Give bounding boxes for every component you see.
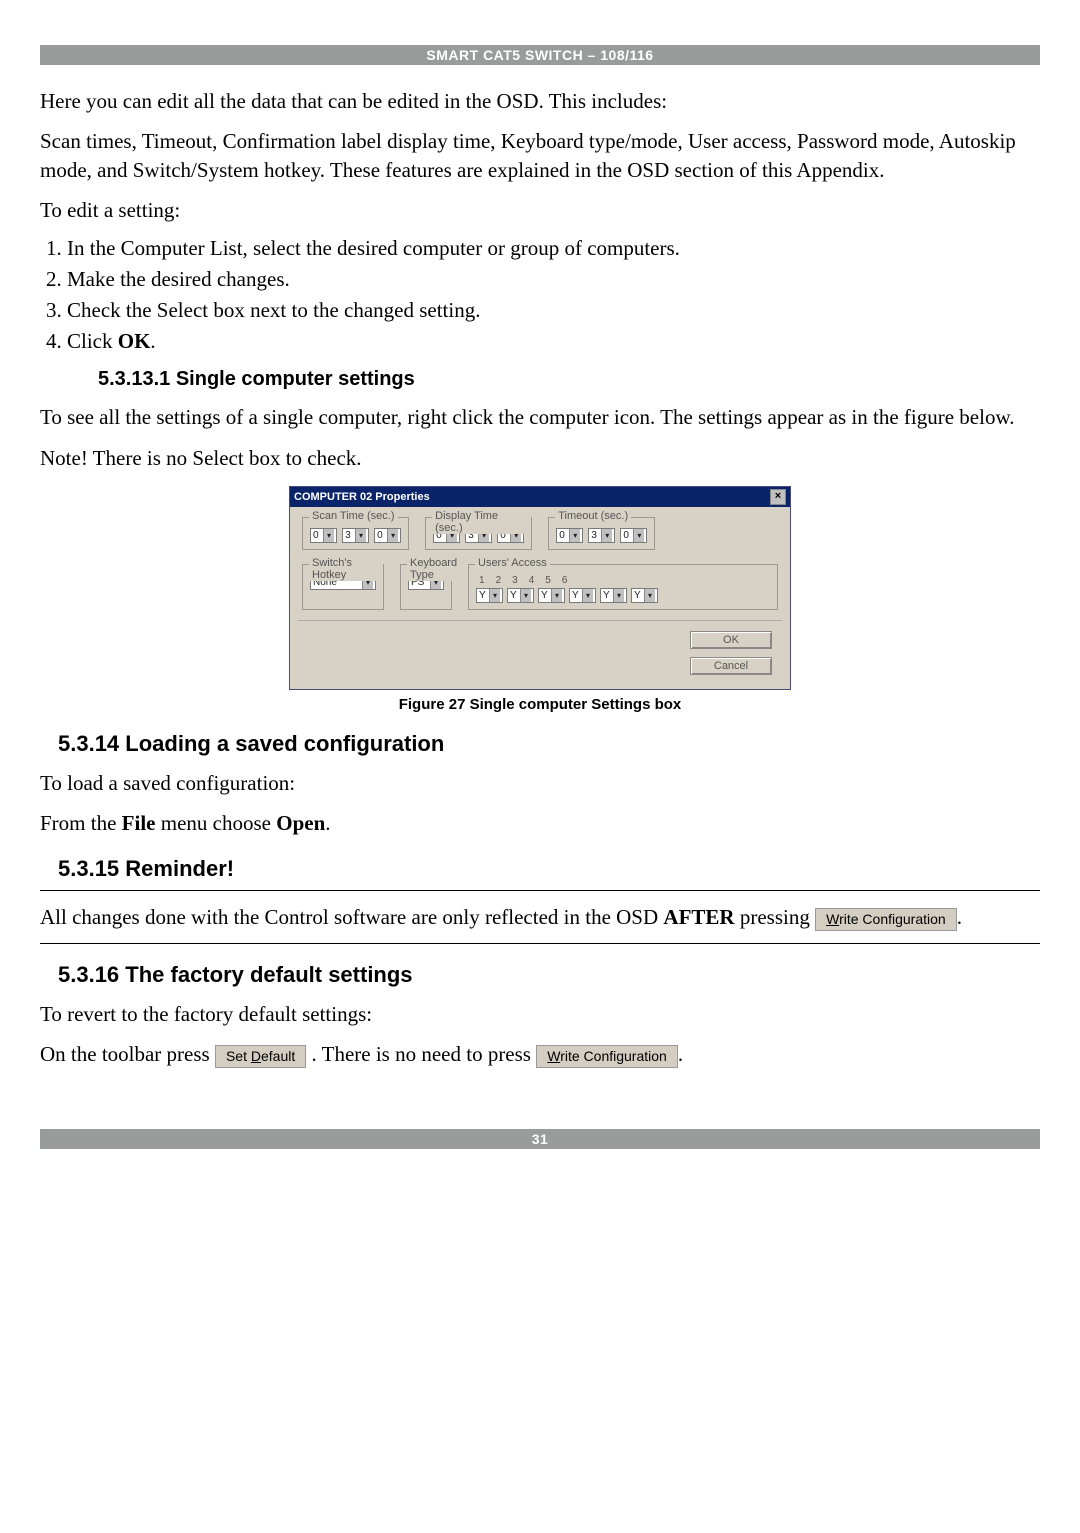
steps-list: 1. In the Computer List, select the desi… — [46, 236, 1040, 354]
close-icon[interactable]: × — [770, 489, 786, 505]
intro-text: Here you can edit all the data that can … — [40, 87, 1040, 115]
chevron-down-icon: ▾ — [601, 529, 612, 542]
chevron-down-icon: ▾ — [613, 589, 624, 602]
keyboard-type-label: Keyboard Type — [407, 557, 460, 581]
user-1-dd[interactable]: Y▾ — [476, 588, 503, 603]
chevron-down-icon: ▾ — [569, 529, 580, 542]
user-6-dd[interactable]: Y▾ — [631, 588, 658, 603]
user-2-dd[interactable]: Y▾ — [507, 588, 534, 603]
chevron-down-icon: ▾ — [489, 589, 500, 602]
chevron-down-icon: ▾ — [551, 589, 562, 602]
step-1: 1. In the Computer List, select the desi… — [46, 236, 1040, 261]
users-values-row: Y▾ Y▾ Y▾ Y▾ Y▾ Y▾ — [475, 588, 771, 603]
fieldset-keyboard-type: Keyboard Type PS▾ — [400, 564, 452, 610]
fieldset-switch-hotkey: Switch's Hotkey None▾ — [302, 564, 384, 610]
step-2: 2. Make the desired changes. — [46, 267, 1040, 292]
user-4-dd[interactable]: Y▾ — [569, 588, 596, 603]
timeout-dd-2[interactable]: 3▾ — [588, 528, 615, 543]
scan-dd-2[interactable]: 3▾ — [342, 528, 369, 543]
heading-single-computer-settings: 5.3.13.1 Single computer settings — [98, 368, 1040, 391]
dialog-titlebar: COMPUTER 02 Properties × — [290, 487, 790, 507]
chevron-down-icon: ▾ — [355, 529, 366, 542]
figure-caption: Figure 27 Single computer Settings box — [40, 696, 1040, 713]
fieldset-display-time: Display Time (sec.) 0▾ 3▾ 0▾ — [425, 517, 532, 550]
chevron-down-icon: ▾ — [644, 589, 655, 602]
fieldset-timeout: Timeout (sec.) 0▾ 3▾ 0▾ — [548, 517, 655, 550]
figure-wrap: COMPUTER 02 Properties × Scan Time (sec.… — [40, 486, 1040, 690]
chevron-down-icon: ▾ — [323, 529, 334, 542]
heading-reminder: 5.3.15 Reminder! — [58, 856, 1040, 882]
description-text: Scan times, Timeout, Confirmation label … — [40, 127, 1040, 184]
scan-dd-1[interactable]: 0▾ — [310, 528, 337, 543]
write-configuration-button[interactable]: Write Configuration — [815, 908, 957, 931]
fieldset-users-access: Users' Access 123456 Y▾ Y▾ Y▾ Y▾ Y▾ Y▾ — [468, 564, 778, 610]
single-computer-paragraph: To see all the settings of a single comp… — [40, 403, 1040, 431]
scan-dd-3[interactable]: 0▾ — [374, 528, 401, 543]
timeout-label: Timeout (sec.) — [555, 510, 631, 522]
reminder-text: All changes done with the Control softwa… — [40, 903, 1040, 931]
page-header: SMART CAT5 SWITCH – 108/116 — [40, 45, 1040, 65]
factory-revert-text: To revert to the factory default setting… — [40, 1000, 1040, 1028]
chevron-down-icon: ▾ — [387, 529, 398, 542]
timeout-dd-1[interactable]: 0▾ — [556, 528, 583, 543]
load-config-text: To load a saved configuration: — [40, 769, 1040, 797]
scan-time-label: Scan Time (sec.) — [309, 510, 398, 522]
user-3-dd[interactable]: Y▾ — [538, 588, 565, 603]
ok-button[interactable]: OK — [690, 631, 772, 649]
set-default-button[interactable]: Set Default — [215, 1045, 306, 1068]
chevron-down-icon: ▾ — [582, 589, 593, 602]
dialog-title: COMPUTER 02 Properties — [294, 491, 430, 503]
heading-loading-config: 5.3.14 Loading a saved configuration — [58, 731, 1040, 757]
users-access-label: Users' Access — [475, 557, 550, 569]
write-configuration-button-2[interactable]: Write Configuration — [536, 1045, 678, 1068]
file-open-instruction: From the File menu choose Open. — [40, 809, 1040, 837]
page-footer: 31 — [40, 1129, 1040, 1149]
display-time-label: Display Time (sec.) — [432, 510, 531, 534]
timeout-dd-3[interactable]: 0▾ — [620, 528, 647, 543]
to-edit-label: To edit a setting: — [40, 196, 1040, 224]
note-text: Note! There is no Select box to check. — [40, 444, 1040, 472]
heading-factory-default: 5.3.16 The factory default settings — [58, 962, 1040, 988]
users-header-row: 123456 — [475, 575, 771, 586]
cancel-button[interactable]: Cancel — [690, 657, 772, 675]
toolbar-instruction: On the toolbar press Set Default . There… — [40, 1040, 1040, 1068]
user-5-dd[interactable]: Y▾ — [600, 588, 627, 603]
step-4: 4. Click OK. — [46, 329, 1040, 354]
chevron-down-icon: ▾ — [633, 529, 644, 542]
switch-hotkey-label: Switch's Hotkey — [309, 557, 383, 581]
chevron-down-icon: ▾ — [520, 589, 531, 602]
computer-properties-dialog: COMPUTER 02 Properties × Scan Time (sec.… — [289, 486, 791, 690]
fieldset-scan-time: Scan Time (sec.) 0▾ 3▾ 0▾ — [302, 517, 409, 550]
step-3: 3. Check the Select box next to the chan… — [46, 298, 1040, 323]
